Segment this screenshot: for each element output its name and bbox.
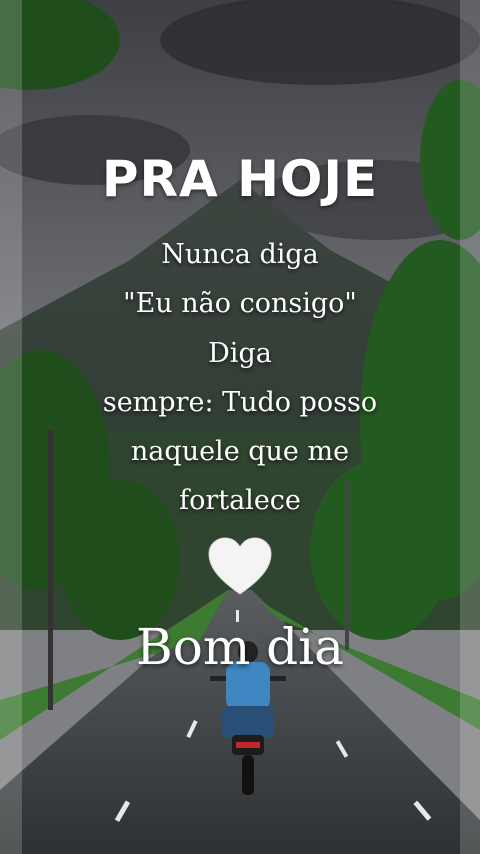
right-frame-bar — [460, 0, 480, 854]
left-frame-bar — [0, 0, 22, 854]
white-heart-icon — [208, 537, 272, 595]
message-line: Diga — [208, 338, 272, 369]
greeting: Bom dia — [136, 618, 344, 676]
message-line: Nunca diga — [161, 239, 319, 270]
message-line: sempre: Tudo posso — [102, 387, 378, 418]
background-scene — [0, 0, 480, 854]
title: PRA HOJE — [101, 150, 379, 208]
message-line: "Eu não consigo" — [123, 288, 357, 319]
image-frame: PRA HOJE Nunca diga "Eu não consigo" Dig… — [0, 0, 480, 854]
message-line: naquele que me — [130, 436, 350, 467]
message-line: fortalece — [179, 485, 301, 516]
